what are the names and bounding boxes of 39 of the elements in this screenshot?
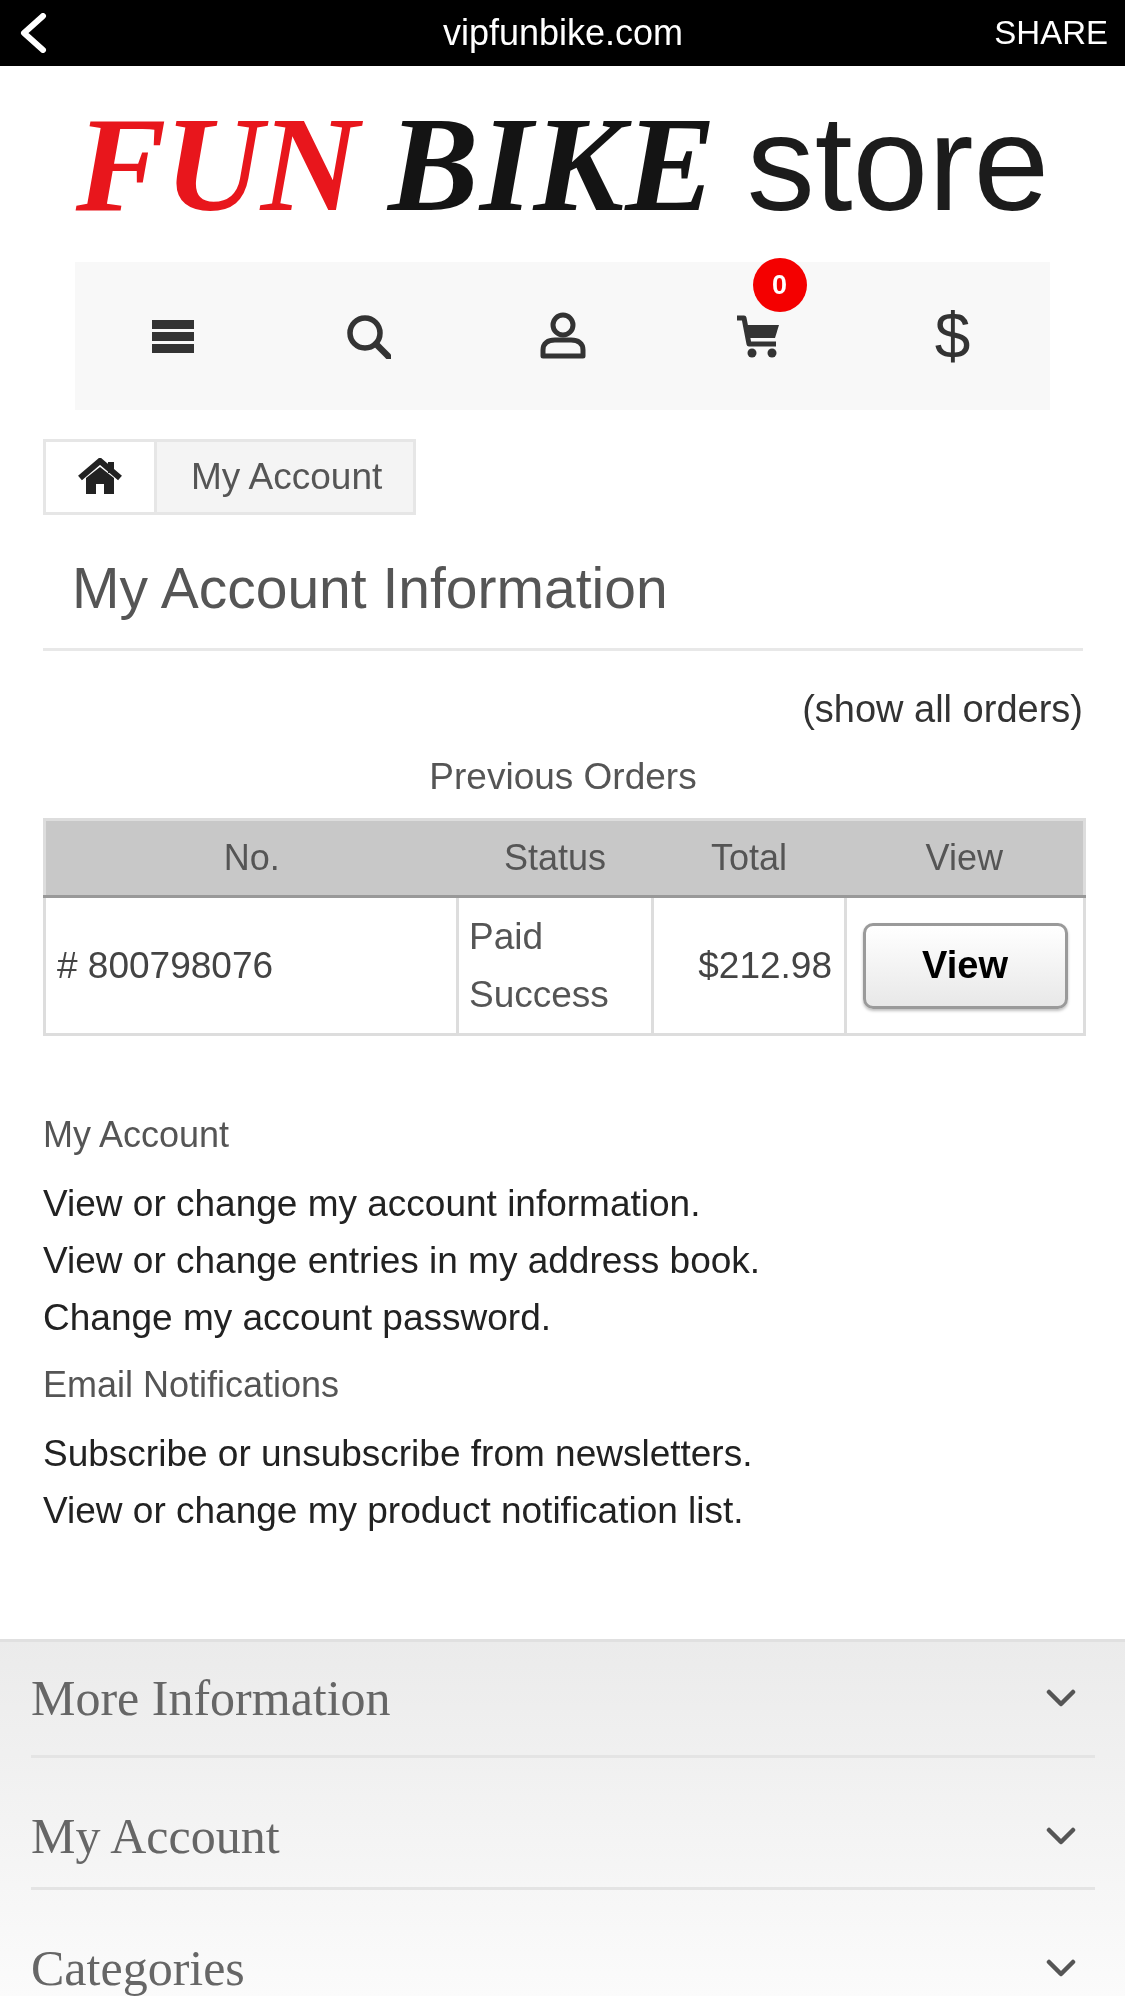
account-link[interactable]: View or change my product notification list. xyxy=(43,1482,744,1539)
footer-section-toggle[interactable]: Categories xyxy=(31,1890,1095,1996)
footer-section-toggle[interactable]: My Account xyxy=(31,1758,1095,1890)
section-heading: My Account xyxy=(43,1113,230,1157)
column-header: No. xyxy=(44,819,458,897)
account-link[interactable]: View or change entries in my address book. xyxy=(43,1232,761,1289)
account-link[interactable]: View or change my account information. xyxy=(43,1175,701,1232)
user-icon xyxy=(538,312,587,360)
menu-icon xyxy=(151,319,194,353)
cart-count-badge: 0 xyxy=(752,258,807,312)
currency-button[interactable]: $ xyxy=(934,304,971,368)
account-button[interactable] xyxy=(538,312,587,360)
search-icon xyxy=(344,313,391,359)
table-cell: $212.98 xyxy=(652,896,846,1035)
share-button[interactable]: SHARE xyxy=(994,13,1108,53)
back-button[interactable] xyxy=(18,13,48,53)
table-cell: # 800798076 xyxy=(44,896,458,1035)
breadcrumb-current: My Account xyxy=(157,439,417,515)
column-header: Total xyxy=(652,819,846,897)
column-header: View xyxy=(845,819,1085,897)
cart-button[interactable] xyxy=(734,313,781,359)
home-icon xyxy=(78,458,122,496)
column-header: Status xyxy=(457,819,653,897)
account-link[interactable]: Change my account password. xyxy=(43,1289,551,1346)
table-cell: Paid Success xyxy=(457,896,653,1035)
site-address: vipfunbike.com xyxy=(442,11,684,55)
back-icon xyxy=(18,13,48,53)
account-link[interactable]: Subscribe or unsubscribe from newsletters. xyxy=(43,1425,753,1482)
store-logo[interactable]: FUN BIKE store xyxy=(75,95,1050,231)
home-link[interactable] xyxy=(43,439,157,515)
section-heading: Email Notifications xyxy=(43,1363,340,1407)
menu-button[interactable] xyxy=(151,319,194,353)
view-order-button[interactable]: View xyxy=(862,922,1068,1009)
page-title: My Account Information xyxy=(72,555,668,622)
show-all-orders-link[interactable]: (show all orders) xyxy=(802,686,1083,732)
table-caption: Previous Orders xyxy=(429,755,697,799)
footer-section-toggle[interactable]: More Information xyxy=(31,1642,1095,1758)
search-button[interactable] xyxy=(344,313,391,359)
cart-icon xyxy=(734,313,781,359)
